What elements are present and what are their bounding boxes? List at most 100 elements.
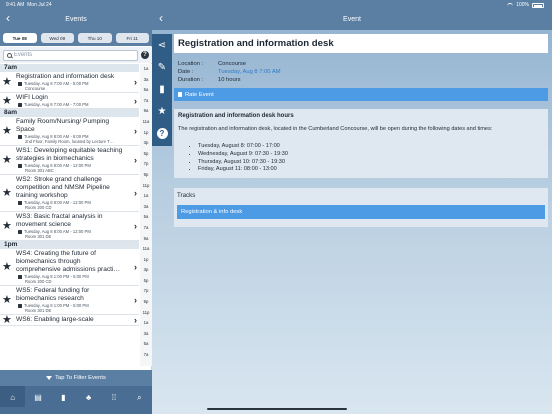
chevron-right-icon: › xyxy=(134,77,137,87)
event-list-item[interactable]: ★ WS4: Creating the future of biomechanic… xyxy=(0,249,139,286)
star-icon[interactable]: ★ xyxy=(2,187,12,199)
date-label: Date : xyxy=(178,68,194,75)
event-list-item[interactable]: ★ WS3: Basic fractal analysis in movement… xyxy=(0,212,139,241)
time-index-scrubber[interactable]: 1a 3a 5a 7a 9a 11a 1p 3p 5p 7p 9p 11p 1a 3a 5a 7a 9a 11a 1… xyxy=(140,64,152,366)
status-time: 9:41 AM Mon Jul 24 xyxy=(6,2,52,8)
favorite-button[interactable]: ★ xyxy=(152,100,172,122)
tab-search[interactable]: ⌕ xyxy=(127,393,152,403)
filter-icon xyxy=(46,376,53,380)
event-list-item[interactable]: ★ WS5: Federal funding for biomechanics r… xyxy=(0,286,139,315)
event-item-location: Room 200 CD xyxy=(25,205,52,210)
calendar-icon xyxy=(18,81,22,86)
index-label[interactable]: 11a xyxy=(140,244,152,255)
day-tab[interactable]: Wed 09 xyxy=(40,33,74,43)
section-header: 1pm xyxy=(0,241,139,249)
rate-icon xyxy=(178,92,182,98)
event-header-title: Event xyxy=(343,16,361,23)
index-label[interactable]: 3a xyxy=(140,329,152,340)
grid-icon: ⁞⁞ xyxy=(111,393,117,402)
clipboard-button[interactable]: ▮ xyxy=(152,78,172,100)
help-icon[interactable]: ? xyxy=(141,51,149,59)
rate-event-button[interactable]: Rate Event xyxy=(174,88,548,102)
index-label[interactable]: 1a xyxy=(140,318,152,329)
event-list[interactable]: 7am ★ Registration and information desk Tue… xyxy=(0,64,139,366)
event-list-item[interactable]: ★ Family Room/Nursing/ Pumping Space Tuesd… xyxy=(0,117,139,146)
index-label[interactable]: 5p xyxy=(140,276,152,287)
index-label[interactable]: 1a xyxy=(140,191,152,202)
pencil-icon: ✎ xyxy=(157,61,167,73)
index-label[interactable]: 1p xyxy=(140,255,152,266)
index-label[interactable]: 7a xyxy=(140,223,152,234)
tab-exhibitors[interactable]: ▤ xyxy=(25,393,50,402)
hours-list: Tuesday, August 8: 07:00 - 17:00Wednesda… xyxy=(178,143,544,173)
star-icon[interactable]: ★ xyxy=(2,95,12,107)
filter-events-button[interactable]: Tap To Filter Events xyxy=(0,370,152,386)
day-tab[interactable]: Thu 10 xyxy=(78,33,112,43)
day-tab[interactable]: Fri 11 xyxy=(115,33,149,43)
event-list-item[interactable]: ★ Registration and information desk Tuesda… xyxy=(0,72,139,93)
note-button[interactable]: ✎ xyxy=(152,56,172,78)
index-label[interactable]: 1a xyxy=(140,64,152,75)
tab-home[interactable]: ⌂ xyxy=(0,386,26,407)
index-label[interactable]: 3p xyxy=(140,138,152,149)
index-label[interactable]: 5p xyxy=(140,149,152,160)
tab-grid[interactable]: ⁞⁞ xyxy=(101,393,126,402)
track-button[interactable]: Registration & info desk xyxy=(177,204,545,219)
event-list-item[interactable]: ★ WIFI Login Tuesday, Aug 8 7:00 AM - 7:00… xyxy=(0,93,139,109)
event-list-item[interactable]: ★ WS6: Enabling large-scale › xyxy=(0,314,139,326)
index-label[interactable]: 11a xyxy=(140,117,152,128)
people-icon: ♣ xyxy=(86,393,92,402)
index-label[interactable]: 5a xyxy=(140,212,152,223)
tracks-section: Tracks Registration & info desk xyxy=(174,187,548,227)
store-icon: ▤ xyxy=(34,393,42,402)
wifi-icon xyxy=(507,2,514,8)
index-label[interactable]: 7p xyxy=(140,286,152,297)
help-button[interactable]: ? xyxy=(152,122,172,144)
event-item-title: WS5: Federal funding for biomechanics re… xyxy=(16,287,90,302)
index-label[interactable]: 9p xyxy=(140,170,152,181)
star-icon[interactable]: ★ xyxy=(2,220,12,232)
rate-event-label: Rate Event xyxy=(185,91,214,98)
index-label[interactable]: 5a xyxy=(140,339,152,350)
hours-intro: The registration and information desk, l… xyxy=(178,126,493,133)
star-icon[interactable]: ★ xyxy=(2,261,12,273)
index-label[interactable]: 9a xyxy=(140,106,152,117)
index-label[interactable]: 1p xyxy=(140,128,152,139)
question-icon: ? xyxy=(156,127,168,139)
date-link[interactable]: Tuesday, Aug 8 7:00 AM xyxy=(218,69,281,77)
event-list-item[interactable]: ★ WS2: Stroke grand challenge competition… xyxy=(0,175,139,212)
index-label[interactable]: 7a xyxy=(140,350,152,361)
search-field[interactable] xyxy=(3,49,138,61)
event-list-item[interactable]: ★ WS1: Developing equitable teaching stra… xyxy=(0,146,139,175)
section-header: 8am xyxy=(0,109,139,117)
share-button[interactable]: ⋖ xyxy=(152,34,172,56)
tracks-title: Tracks xyxy=(177,191,196,199)
index-label[interactable]: 9p xyxy=(140,297,152,308)
calendar-icon xyxy=(18,163,22,168)
tab-documents[interactable]: ▮ xyxy=(51,393,76,402)
index-label[interactable]: 7p xyxy=(140,159,152,170)
share-icon: ⋖ xyxy=(157,39,167,51)
document-icon: ▮ xyxy=(61,393,66,402)
calendar-icon xyxy=(18,102,22,107)
star-icon[interactable]: ★ xyxy=(2,76,12,88)
index-label[interactable]: 3a xyxy=(140,202,152,213)
search-input[interactable] xyxy=(13,52,137,58)
star-icon[interactable]: ★ xyxy=(2,294,12,306)
index-label[interactable]: 9a xyxy=(140,234,152,245)
event-item-title: WS6: Enabling large-scale xyxy=(16,316,94,323)
tab-people[interactable]: ♣ xyxy=(76,393,101,402)
star-icon[interactable]: ★ xyxy=(2,125,12,137)
index-label[interactable]: 5a xyxy=(140,85,152,96)
filter-label: Tap To Filter Events xyxy=(55,375,106,381)
star-icon[interactable]: ★ xyxy=(2,154,12,166)
battery-icon xyxy=(532,2,544,8)
day-tab[interactable]: Tue 08 xyxy=(3,33,37,43)
index-label[interactable]: 11p xyxy=(140,308,152,319)
index-label[interactable]: 3p xyxy=(140,265,152,276)
star-icon[interactable]: ★ xyxy=(2,314,12,326)
index-label[interactable]: 11p xyxy=(140,181,152,192)
chevron-right-icon: › xyxy=(134,295,137,305)
index-label[interactable]: 7a xyxy=(140,96,152,107)
index-label[interactable]: 3a xyxy=(140,75,152,86)
